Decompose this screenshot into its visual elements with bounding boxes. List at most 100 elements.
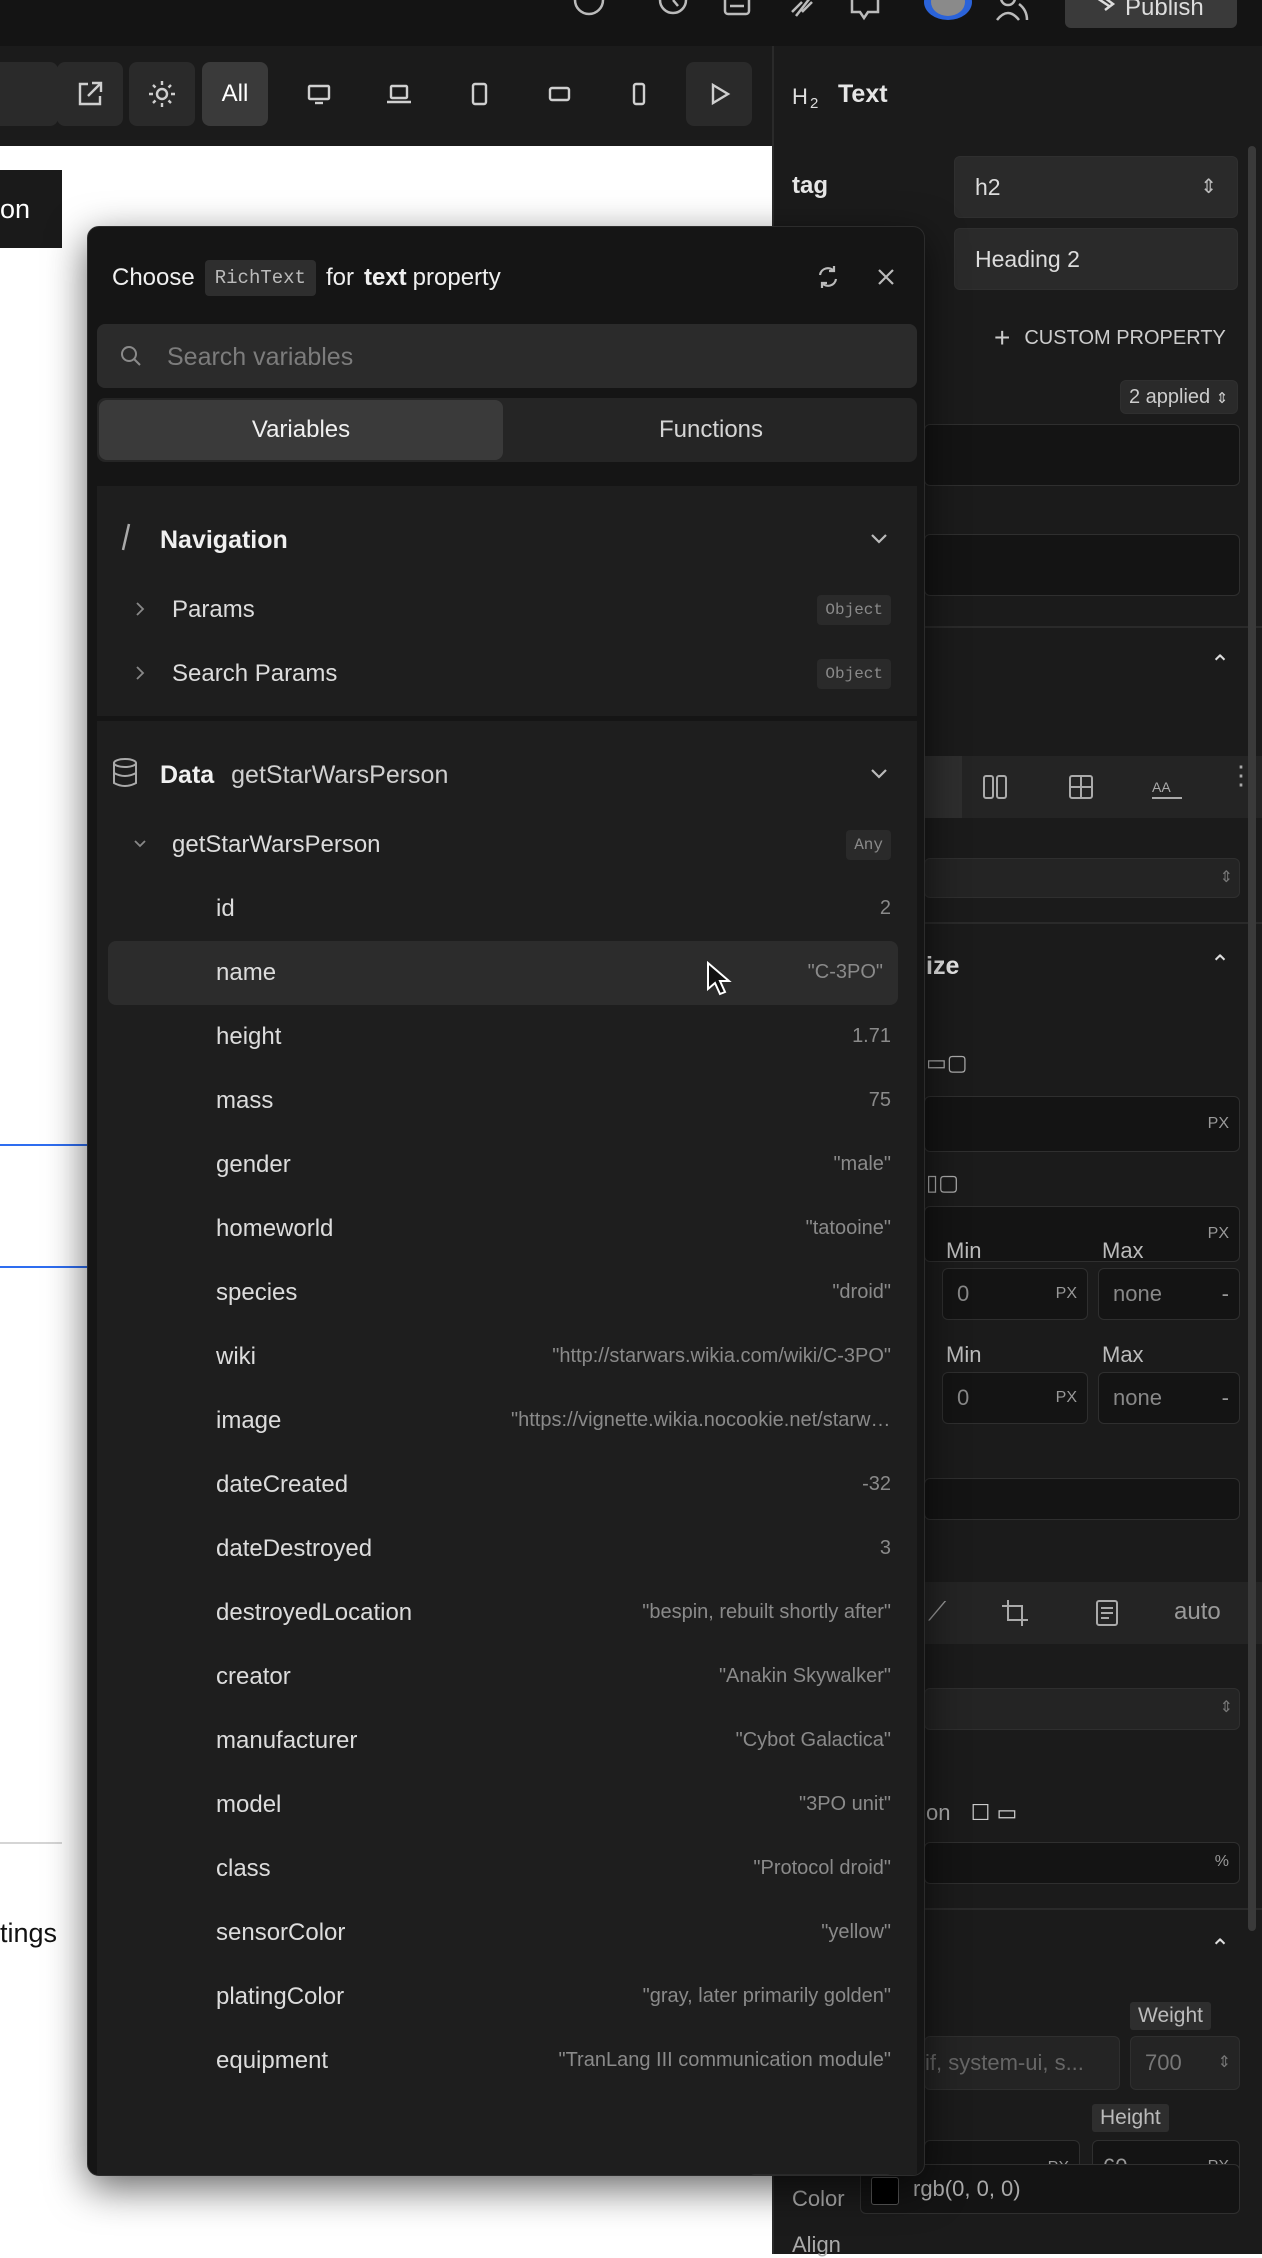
- root-item[interactable]: getStarWarsPerson Any: [97, 813, 917, 877]
- comments-icon[interactable]: [848, 0, 882, 22]
- data-field-row[interactable]: destroyedLocation "bespin, rebuilt shortl…: [97, 1581, 917, 1645]
- breakpoint-landscape-button[interactable]: [526, 62, 592, 126]
- field-value: "tatooine": [805, 1217, 891, 1239]
- columns-icon[interactable]: [980, 772, 1010, 802]
- max-width-input[interactable]: none -: [1098, 1268, 1240, 1320]
- publish-button[interactable]: Publish: [1065, 0, 1237, 28]
- data-field-row[interactable]: dateDestroyed 3: [97, 1517, 917, 1581]
- object-position-select[interactable]: ⇕: [924, 1688, 1240, 1730]
- aspect-mode-icons[interactable]: ☐ ▭: [971, 1800, 1018, 1825]
- canvas-toolbar: All: [0, 46, 772, 146]
- data-field-row[interactable]: mass 75: [97, 1069, 917, 1133]
- collapse-layout-icon[interactable]: ⌃: [1210, 650, 1230, 679]
- min-height-input[interactable]: 0 PX: [942, 1372, 1088, 1424]
- min-width-input[interactable]: 0 PX: [942, 1268, 1088, 1320]
- root-name: getStarWarsPerson: [172, 831, 381, 858]
- canvas-settings-text[interactable]: tings: [0, 1918, 57, 1949]
- select-arrows-icon: ⇕: [1217, 2054, 1231, 2071]
- open-in-new-tab-button[interactable]: [57, 62, 123, 126]
- font-weight-select[interactable]: 700 ⇕: [1130, 2036, 1240, 2090]
- font-family-input[interactable]: if, system-ui, s...: [924, 2036, 1120, 2090]
- data-field-row[interactable]: wiki "http://starwars.wikia.com/wiki/C-3P…: [97, 1325, 917, 1389]
- breakpoint-tablet-button[interactable]: [446, 62, 512, 126]
- inline-text-icon[interactable]: AA: [1150, 772, 1184, 802]
- state-input[interactable]: [924, 534, 1240, 596]
- field-value: 3: [879, 1537, 891, 1559]
- max-height-input[interactable]: none -: [1098, 1372, 1240, 1424]
- height-label: Height: [1092, 2104, 1169, 2132]
- list-item[interactable]: Search Params Object: [97, 642, 917, 706]
- data-field-row[interactable]: model "3PO unit": [97, 1773, 917, 1837]
- data-field-row[interactable]: sensorColor "yellow": [97, 1901, 917, 1965]
- tag-select[interactable]: h2 ⇕: [954, 156, 1238, 218]
- width-input[interactable]: PX: [924, 1096, 1240, 1152]
- pages-icon[interactable]: [720, 0, 754, 22]
- data-field-row[interactable]: name "C-3PO": [108, 941, 898, 1005]
- data-field-row[interactable]: manufacturer "Cybot Galactica": [97, 1709, 917, 1773]
- data-field-row[interactable]: platingColor "gray, later primarily golde…: [97, 1965, 917, 2029]
- tab-functions[interactable]: Functions: [509, 398, 913, 462]
- crop-icon[interactable]: [1000, 1598, 1030, 1628]
- position-select[interactable]: ⇕: [924, 858, 1240, 898]
- collapse-typography-icon[interactable]: ⌃: [1210, 1934, 1230, 1963]
- unlink-icon[interactable]: [814, 263, 842, 291]
- width-mode-icons[interactable]: ▭▢: [926, 1050, 968, 1076]
- data-field-row[interactable]: creator "Anakin Skywalker": [97, 1645, 917, 1709]
- auto-option[interactable]: auto: [1174, 1598, 1221, 1626]
- avatar[interactable]: [924, 0, 972, 20]
- field-name: model: [216, 1791, 282, 1818]
- class-input[interactable]: [924, 424, 1240, 486]
- height-mode-icons[interactable]: ▯▢: [926, 1170, 959, 1196]
- breakpoint-desktop-button[interactable]: [286, 62, 352, 126]
- data-field-row[interactable]: id 2: [97, 877, 917, 941]
- field-value: "male": [833, 1153, 891, 1175]
- field-value: 2: [879, 897, 891, 919]
- data-field-row[interactable]: species "droid": [97, 1261, 917, 1325]
- data-field-row[interactable]: image "https://vignette.wikia.nocookie.ne…: [97, 1389, 917, 1453]
- selection-line-top: [0, 1144, 90, 1146]
- data-field-row[interactable]: homeworld "tatooine": [97, 1197, 917, 1261]
- color-swatch[interactable]: [871, 2177, 899, 2205]
- data-field-row[interactable]: gender "male": [97, 1133, 917, 1197]
- theme-toggle-button[interactable]: [129, 62, 195, 126]
- history-icon[interactable]: [656, 0, 690, 22]
- display-option-selected[interactable]: [924, 756, 962, 818]
- navigation-section-header[interactable]: Navigation: [97, 506, 917, 570]
- preview-button[interactable]: [686, 62, 752, 126]
- contain-icon[interactable]: [1092, 1598, 1122, 1628]
- chevron-down-icon: [871, 769, 887, 779]
- add-custom-property-button[interactable]: + CUSTOM PROPERTY: [994, 322, 1226, 354]
- aspect-ratio-input[interactable]: %: [924, 1842, 1240, 1884]
- search-input[interactable]: [165, 324, 909, 390]
- data-field-row[interactable]: height 1.71: [97, 1005, 917, 1069]
- applied-classes-select[interactable]: 2 applied ⇕: [1120, 380, 1238, 414]
- publish-icon: [1097, 0, 1116, 11]
- mouse-cursor-icon: [707, 961, 732, 996]
- collapse-size-icon[interactable]: ⌃: [1210, 950, 1230, 979]
- variable-search[interactable]: [97, 324, 917, 390]
- overflow-input[interactable]: [924, 1478, 1240, 1520]
- canvas-button-element[interactable]: on: [0, 170, 62, 248]
- data-field-row[interactable]: dateCreated -32: [97, 1453, 917, 1517]
- plugins-icon[interactable]: [786, 0, 820, 22]
- grid-icon[interactable]: [1066, 772, 1096, 802]
- breakpoint-phone-button[interactable]: [606, 62, 672, 126]
- collaborators-icon[interactable]: [995, 0, 1029, 22]
- wordpress-icon[interactable]: [572, 0, 606, 22]
- data-section-header[interactable]: Data getStarWarsPerson: [97, 741, 917, 805]
- address-bar[interactable]: [0, 62, 58, 126]
- panel-scrollbar[interactable]: [1248, 146, 1256, 1931]
- max-height-label: Max: [1102, 1342, 1144, 1367]
- list-item[interactable]: Params Object: [97, 578, 917, 642]
- text-field[interactable]: Heading 2: [954, 228, 1238, 290]
- data-field-row[interactable]: class "Protocol droid": [97, 1837, 917, 1901]
- data-field-row[interactable]: equipment "TranLang III communication mod…: [97, 2029, 917, 2093]
- affiliations-item[interactable]: affiliations Array[String]: [97, 2157, 917, 2175]
- fill-icon[interactable]: ⟋: [928, 1596, 946, 1628]
- font-family-value: if, system-ui, s...: [925, 2050, 1084, 2075]
- field-value: -32: [862, 1473, 891, 1495]
- tab-variables[interactable]: Variables: [99, 400, 503, 460]
- breakpoint-laptop-button[interactable]: [366, 62, 432, 126]
- close-icon[interactable]: [874, 265, 898, 289]
- breakpoint-all-button[interactable]: All: [202, 62, 268, 126]
